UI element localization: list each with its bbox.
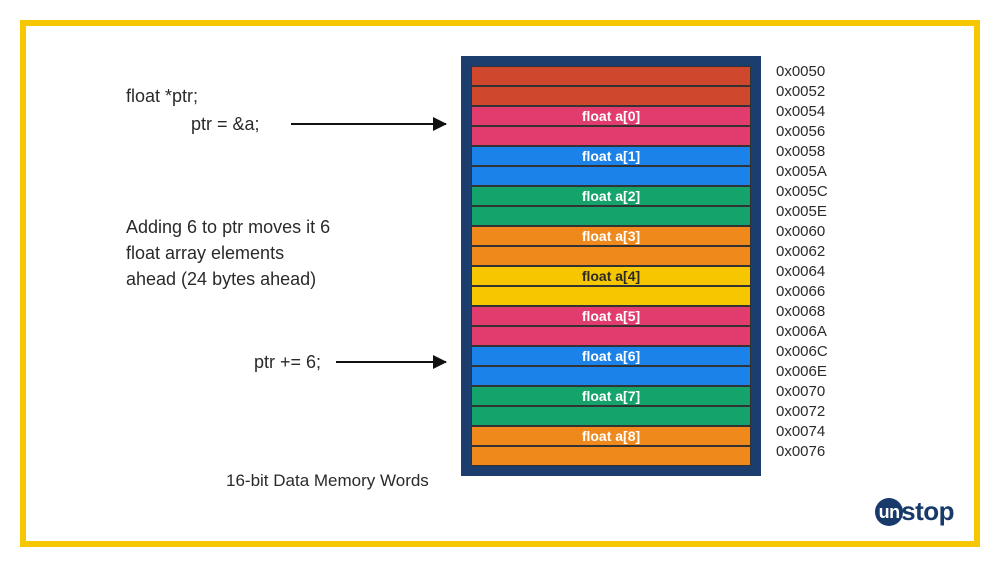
address-label: 0x0064 xyxy=(770,262,828,282)
address-label: 0x0070 xyxy=(770,382,828,402)
address-label: 0x005E xyxy=(770,202,828,222)
memory-row: float a[3] xyxy=(471,226,751,246)
explain-line-1: Adding 6 to ptr moves it 6 xyxy=(126,214,330,240)
memory-row-label: float a[8] xyxy=(582,428,640,444)
address-label: 0x0058 xyxy=(770,142,828,162)
memory-row xyxy=(471,366,751,386)
address-label: 0x0068 xyxy=(770,302,828,322)
memory-rows: float a[0] float a[1] float a[2] float a[3]… xyxy=(471,66,751,466)
memory-row: float a[1] xyxy=(471,146,751,166)
address-label: 0x0062 xyxy=(770,242,828,262)
address-label: 0x0050 xyxy=(770,62,828,82)
memory-row-label: float a[5] xyxy=(582,308,640,324)
code-declaration: float *ptr; xyxy=(126,86,198,107)
caption-text: 16-bit Data Memory Words xyxy=(226,471,429,491)
memory-row xyxy=(471,86,751,106)
memory-row xyxy=(471,326,751,346)
memory-row: float a[4] xyxy=(471,266,751,286)
memory-row xyxy=(471,446,751,466)
arrow-increment xyxy=(336,361,446,363)
explain-line-3: ahead (24 bytes ahead) xyxy=(126,266,330,292)
address-label: 0x0054 xyxy=(770,102,828,122)
code-assign: ptr = &a; xyxy=(191,114,260,135)
memory-row: float a[8] xyxy=(471,426,751,446)
memory-row xyxy=(471,286,751,306)
arrow-assign xyxy=(291,123,446,125)
address-label: 0x0072 xyxy=(770,402,828,422)
memory-row xyxy=(471,246,751,266)
memory-row-label: float a[2] xyxy=(582,188,640,204)
address-label: 0x0056 xyxy=(770,122,828,142)
memory-row-label: float a[4] xyxy=(582,268,640,284)
address-label: 0x0074 xyxy=(770,422,828,442)
memory-row xyxy=(471,66,751,86)
logo-accent: un xyxy=(875,498,903,526)
memory-row: float a[7] xyxy=(471,386,751,406)
address-label: 0x006C xyxy=(770,342,828,362)
memory-row-label: float a[3] xyxy=(582,228,640,244)
memory-row xyxy=(471,206,751,226)
memory-row: float a[2] xyxy=(471,186,751,206)
memory-block: float a[0] float a[1] float a[2] float a[3]… xyxy=(461,56,761,476)
diagram-frame: float *ptr; ptr = &a; Adding 6 to ptr mo… xyxy=(20,20,980,547)
address-label: 0x0066 xyxy=(770,282,828,302)
address-label: 0x005A xyxy=(770,162,828,182)
memory-row-label: float a[6] xyxy=(582,348,640,364)
memory-row: float a[5] xyxy=(471,306,751,326)
address-label: 0x0076 xyxy=(770,442,828,462)
code-increment: ptr += 6; xyxy=(254,352,321,373)
memory-row: float a[6] xyxy=(471,346,751,366)
memory-row-label: float a[0] xyxy=(582,108,640,124)
address-label: 0x0060 xyxy=(770,222,828,242)
memory-row: float a[0] xyxy=(471,106,751,126)
logo-rest: stop xyxy=(901,496,954,526)
memory-row-label: float a[1] xyxy=(582,148,640,164)
address-label: 0x0052 xyxy=(770,82,828,102)
explain-line-2: float array elements xyxy=(126,240,330,266)
address-label: 0x005C xyxy=(770,182,828,202)
logo-unstop: unstop xyxy=(875,496,954,527)
address-label: 0x006E xyxy=(770,362,828,382)
memory-row-label: float a[7] xyxy=(582,388,640,404)
memory-row xyxy=(471,126,751,146)
memory-row xyxy=(471,166,751,186)
memory-row xyxy=(471,406,751,426)
explain-text: Adding 6 to ptr moves it 6 float array e… xyxy=(126,214,330,292)
address-column: 0x00500x00520x00540x00560x00580x005A0x00… xyxy=(770,62,828,462)
address-label: 0x006A xyxy=(770,322,828,342)
diagram-content: float *ptr; ptr = &a; Adding 6 to ptr mo… xyxy=(26,26,974,541)
